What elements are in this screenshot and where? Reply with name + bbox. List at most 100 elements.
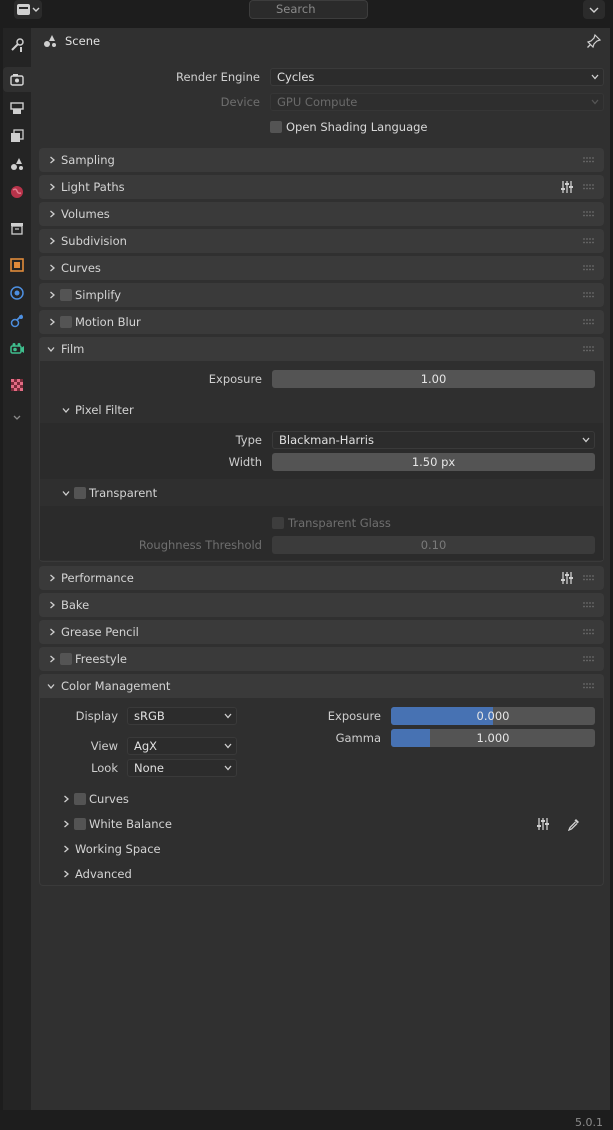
tab-physics[interactable] (3, 308, 31, 333)
device-label: Device (220, 95, 260, 109)
object-icon (10, 257, 24, 272)
panel-performance[interactable]: Performance (39, 566, 604, 590)
cm-curves-checkbox[interactable] (74, 793, 86, 805)
chevron-right-icon (50, 574, 55, 582)
cm-gamma-label: Gamma (335, 731, 381, 745)
tab-world[interactable] (3, 179, 31, 204)
panel-curves[interactable]: Curves (39, 256, 604, 280)
cm-exposure-slider[interactable]: 0.000 (391, 707, 595, 725)
filter-width-field[interactable]: 1.50 px (272, 453, 595, 471)
view-dropdown[interactable]: AgX (127, 737, 237, 755)
drag-handle-icon[interactable] (583, 157, 595, 163)
panel-motion-blur[interactable]: Motion Blur (39, 310, 604, 334)
drag-handle-icon[interactable] (583, 656, 595, 662)
drag-handle-icon[interactable] (583, 184, 595, 190)
tab-output[interactable] (3, 95, 31, 120)
tab-constraints[interactable] (3, 336, 31, 361)
tab-render[interactable] (3, 67, 31, 92)
search-input[interactable]: Search (249, 0, 368, 19)
chevron-right-icon (50, 183, 55, 191)
cm-gamma-slider[interactable]: 1.000 (391, 729, 595, 747)
drag-handle-icon[interactable] (583, 575, 595, 581)
chevron-right-icon (64, 870, 69, 878)
panel-sampling[interactable]: Sampling (39, 148, 604, 172)
freestyle-checkbox[interactable] (60, 653, 72, 665)
tab-collection[interactable] (3, 215, 31, 240)
panel-title: Freestyle (75, 652, 127, 666)
tab-modifiers[interactable] (3, 280, 31, 305)
look-label: Look (91, 761, 118, 775)
tab-object[interactable] (3, 252, 31, 277)
presets-icon[interactable] (536, 817, 550, 831)
white-balance-checkbox[interactable] (74, 818, 86, 830)
drag-handle-icon[interactable] (583, 319, 595, 325)
world-icon (11, 185, 23, 198)
filter-type-label: Type (235, 433, 262, 447)
presets-icon[interactable] (560, 571, 574, 585)
eyedropper-icon[interactable] (567, 817, 581, 831)
filter-width-label: Width (228, 455, 262, 469)
look-dropdown[interactable]: None (127, 759, 237, 777)
tab-more[interactable] (3, 404, 31, 429)
advanced-title[interactable]: Advanced (75, 866, 132, 882)
tab-view-layer[interactable] (3, 123, 31, 148)
display-label: Display (75, 709, 118, 723)
chevron-right-icon (50, 628, 55, 636)
tab-tool[interactable] (3, 32, 31, 57)
panel-light-paths[interactable]: Light Paths (39, 175, 604, 199)
cm-curves-title[interactable]: Curves (89, 791, 129, 807)
panel-grease-pencil[interactable]: Grease Pencil (39, 620, 604, 644)
texture-icon (11, 378, 23, 391)
working-space-title[interactable]: Working Space (75, 841, 161, 857)
chevron-down-icon (224, 743, 232, 749)
chevron-right-icon (50, 237, 55, 245)
panel-simplify[interactable]: Simplify (39, 283, 604, 307)
pixel-filter-title: Pixel Filter (75, 403, 134, 417)
drag-handle-icon[interactable] (583, 292, 595, 298)
panel-freestyle[interactable]: Freestyle (39, 647, 604, 671)
film-exposure-value: 1.00 (420, 372, 447, 386)
white-balance-title[interactable]: White Balance (89, 816, 172, 832)
editor-type-button[interactable] (14, 0, 42, 19)
constraints-icon (10, 342, 24, 354)
chevron-down-icon (591, 99, 599, 105)
presets-icon[interactable] (560, 180, 574, 194)
panel-color-management[interactable]: Color Management (39, 674, 604, 698)
panel-volumes[interactable]: Volumes (39, 202, 604, 226)
motion-blur-checkbox[interactable] (60, 316, 72, 328)
panel-bake[interactable]: Bake (39, 593, 604, 617)
pin-button[interactable] (586, 33, 602, 49)
drag-handle-icon[interactable] (583, 683, 595, 689)
chevron-down-icon (62, 408, 70, 413)
transparent-glass-checkbox[interactable] (272, 517, 284, 529)
drag-handle-icon[interactable] (583, 629, 595, 635)
panel-title: Curves (61, 261, 101, 275)
panel-film[interactable]: Film (39, 337, 604, 361)
drag-handle-icon[interactable] (583, 602, 595, 608)
device-dropdown[interactable]: GPU Compute (270, 93, 604, 111)
context-title: Scene (65, 34, 101, 48)
panel-title: Simplify (75, 288, 122, 302)
osl-label: Open Shading Language (286, 120, 428, 134)
drag-handle-icon[interactable] (583, 211, 595, 217)
tab-scene[interactable] (3, 151, 31, 176)
render-engine-dropdown[interactable]: Cycles (270, 68, 604, 86)
simplify-checkbox[interactable] (60, 289, 72, 301)
transparent-title: Transparent (89, 486, 158, 500)
version-label: 5.0.1 (575, 1116, 603, 1129)
filter-type-dropdown[interactable]: Blackman-Harris (272, 431, 595, 449)
chevron-right-icon (64, 820, 69, 828)
chevron-right-icon (50, 318, 55, 326)
panel-subdivision[interactable]: Subdivision (39, 229, 604, 253)
drag-handle-icon[interactable] (583, 346, 595, 352)
film-exposure-field[interactable]: 1.00 (272, 370, 595, 388)
osl-checkbox[interactable] (270, 121, 282, 133)
roughness-threshold-field[interactable]: 0.10 (272, 536, 595, 554)
transparent-checkbox[interactable] (74, 487, 86, 499)
drag-handle-icon[interactable] (583, 265, 595, 271)
chevron-down-icon (47, 684, 55, 689)
tab-texture[interactable] (3, 372, 31, 397)
drag-handle-icon[interactable] (583, 238, 595, 244)
header-menu-button[interactable] (583, 0, 605, 19)
display-dropdown[interactable]: sRGB (127, 707, 237, 725)
